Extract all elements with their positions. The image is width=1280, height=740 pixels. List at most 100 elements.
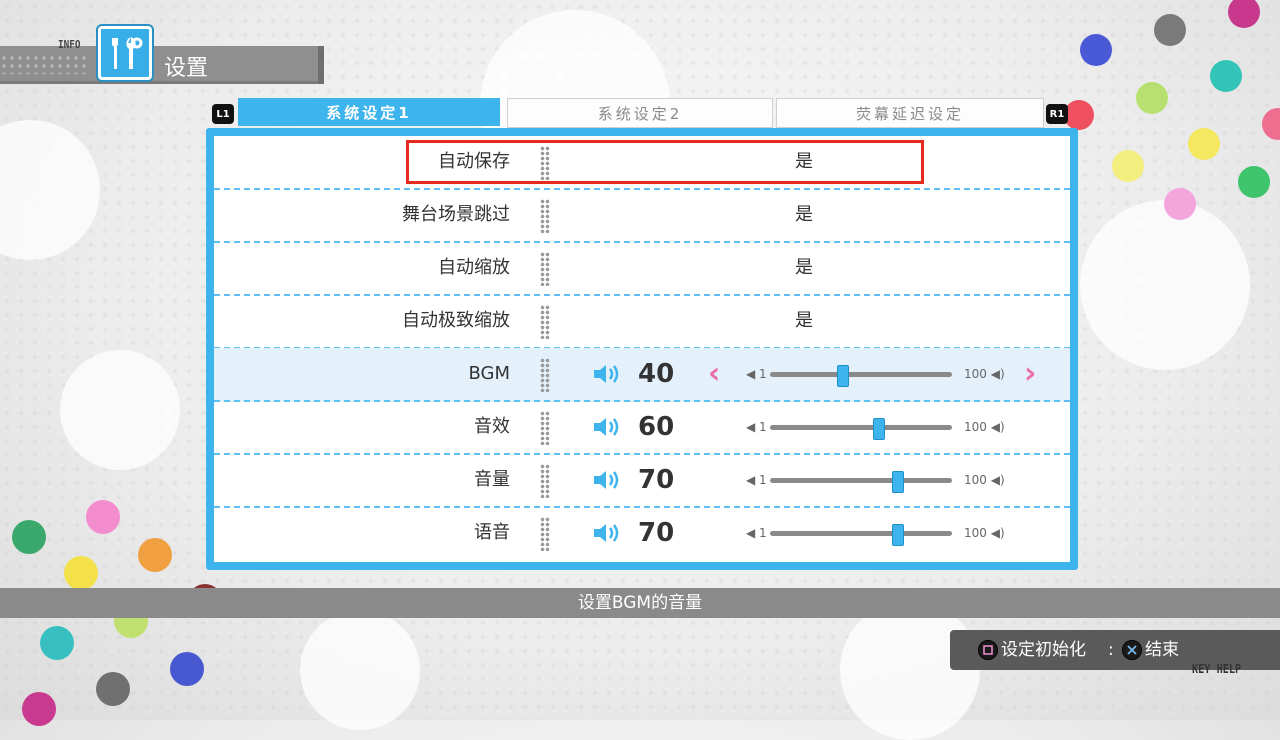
decor-ball [1136, 82, 1168, 114]
tab-system-settings-1[interactable]: 系统设定1 [238, 98, 500, 126]
slider-max-label: 100 ◀) [964, 526, 1005, 540]
description-bar: 设置BGM的音量 [0, 588, 1280, 618]
volume-value: 70 [638, 518, 675, 548]
volume-slider[interactable] [770, 524, 952, 546]
grip-icon [540, 358, 550, 392]
setting-row-sound-effects[interactable]: 音效 60 ◀ 1 100 ◀) [214, 401, 1070, 455]
setting-label: 自动极致缩放 [402, 310, 510, 331]
setting-label: 音效 [474, 416, 510, 437]
speaker-icon [594, 524, 619, 542]
volume-slider[interactable] [770, 418, 952, 440]
grip-icon [540, 464, 550, 498]
header-bar [0, 46, 324, 84]
slider-thumb[interactable] [836, 365, 849, 387]
decor-ball [1238, 166, 1270, 198]
setting-row-stage-skip[interactable]: 舞台场景跳过 是 [214, 189, 1070, 243]
setting-label: 自动缩放 [438, 257, 510, 278]
slider-max-value: 100 [964, 367, 987, 381]
decor-ball [1064, 100, 1094, 130]
decor-ball [1210, 60, 1242, 92]
slider-max-value: 100 [964, 420, 987, 434]
decor-ball [1154, 14, 1186, 46]
setting-row-auto-zoom[interactable]: 自动缩放 是 [214, 242, 1070, 296]
arrow-left-icon[interactable]: ‹ [708, 358, 720, 390]
slider-min-label: ◀ 1 [746, 367, 767, 381]
volume-value: 40 [638, 359, 675, 389]
decor-ball [1164, 188, 1196, 220]
setting-row-volume[interactable]: 音量 70 ◀ 1 100 ◀) [214, 454, 1070, 508]
grip-icon [540, 411, 550, 445]
highlight-box [406, 140, 924, 184]
setting-value[interactable]: 是 [774, 189, 834, 241]
bokeh-decoration [60, 350, 180, 470]
slider-max-value: 100 [964, 473, 987, 487]
decor-ball [1188, 128, 1220, 160]
volume-value: 70 [638, 465, 675, 495]
settings-panel: 自动保存 是 舞台场景跳过 是 自动缩放 是 自动极致缩放 是 BGM 40 ‹… [206, 128, 1078, 570]
slider-min-value: 1 [759, 420, 767, 434]
setting-label: BGM [468, 363, 510, 384]
setting-row-voice[interactable]: 语音 70 ◀ 1 100 ◀) [214, 507, 1070, 559]
bokeh-decoration [1080, 200, 1250, 370]
slider-max-label: 100 ◀) [964, 367, 1005, 381]
arrow-right-icon[interactable]: › [1024, 358, 1036, 390]
slider-thumb[interactable] [891, 471, 904, 493]
setting-label: 语音 [474, 522, 510, 543]
bokeh-decoration [300, 610, 420, 730]
speaker-icon [594, 365, 619, 383]
grip-icon [540, 199, 550, 233]
slider-max-label: 100 ◀) [964, 473, 1005, 487]
slider-min-value: 1 [759, 473, 767, 487]
setting-row-auto-extreme-zoom[interactable]: 自动极致缩放 是 [214, 295, 1070, 349]
reset-label: 设定初始化 [1001, 640, 1086, 660]
grip-icon [540, 305, 550, 339]
settings-list: 自动保存 是 舞台场景跳过 是 自动缩放 是 自动极致缩放 是 BGM 40 ‹… [214, 136, 1070, 562]
slider-min-label: ◀ 1 [746, 526, 767, 540]
tools-icon [98, 26, 152, 80]
slider-thumb[interactable] [873, 418, 886, 440]
key-help-separator: : [1108, 640, 1114, 660]
decor-ball [1080, 34, 1112, 66]
grip-icon [540, 517, 550, 551]
cross-button-icon [1122, 640, 1142, 660]
decor-ball [22, 692, 56, 726]
bokeh-decoration [840, 600, 980, 740]
end-help[interactable]: 结束 [1122, 638, 1179, 662]
r1-button-icon[interactable]: R1 [1046, 104, 1068, 124]
slider-min-label: ◀ 1 [746, 473, 767, 487]
decor-ball [40, 626, 74, 660]
decor-ball [86, 500, 120, 534]
decor-ball [138, 538, 172, 572]
slider-min-label: ◀ 1 [746, 420, 767, 434]
slider-max-label: 100 ◀) [964, 420, 1005, 434]
speaker-icon [594, 471, 619, 489]
square-button-icon [978, 640, 998, 660]
setting-label: 音量 [474, 469, 510, 490]
end-label: 结束 [1145, 640, 1179, 660]
decor-ball [64, 556, 98, 590]
decor-ball [1112, 150, 1144, 182]
speaker-icon [594, 418, 619, 436]
slider-thumb[interactable] [891, 524, 904, 546]
setting-value[interactable]: 是 [774, 242, 834, 294]
tab-screen-delay-settings[interactable]: 荧幕延迟设定 [776, 98, 1044, 128]
l1-button-icon[interactable]: L1 [212, 104, 234, 124]
setting-label: 舞台场景跳过 [402, 204, 510, 225]
decor-ball [96, 672, 130, 706]
decor-ball [12, 520, 46, 554]
key-help-label: KEY HELP [1192, 662, 1242, 676]
info-label: INFO [57, 38, 81, 51]
setting-value[interactable]: 是 [774, 295, 834, 347]
slider-min-value: 1 [759, 367, 767, 381]
slider-min-value: 1 [759, 526, 767, 540]
setting-row-bgm[interactable]: BGM 40 ‹ ◀ 1 100 ◀) › [214, 348, 1070, 402]
volume-value: 60 [638, 412, 675, 442]
reset-help[interactable]: 设定初始化 [978, 638, 1086, 662]
decor-ball [170, 652, 204, 686]
volume-slider[interactable] [770, 471, 952, 493]
page-title: 设置 [164, 56, 209, 81]
slider-max-value: 100 [964, 526, 987, 540]
volume-slider[interactable] [770, 365, 952, 387]
tab-system-settings-2[interactable]: 系统设定2 [507, 98, 773, 128]
grip-icon [540, 252, 550, 286]
